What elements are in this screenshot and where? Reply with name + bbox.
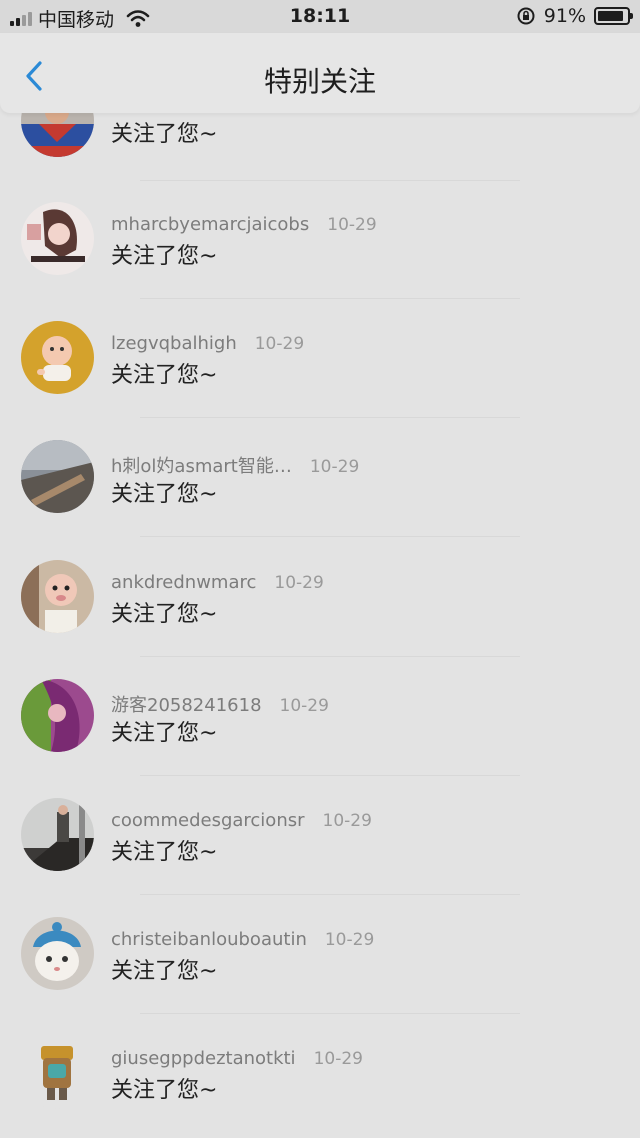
- staircase-person-avatar-icon: [21, 798, 94, 871]
- baby-face-avatar-icon: [21, 560, 94, 633]
- page-title: 特别关注: [263, 65, 376, 98]
- date: 10-29: [324, 930, 375, 950]
- rotation-lock-icon: [517, 7, 535, 25]
- cartoon-baby-avatar-icon: [21, 321, 94, 394]
- purple-hair-avatar-icon: [21, 679, 94, 752]
- username[interactable]: 游客2058241618: [111, 691, 262, 717]
- name-line: lzegvqbalhigh 10-29: [111, 333, 304, 354]
- username[interactable]: h刺ol妁asmart智能…: [111, 452, 292, 478]
- battery-level: [598, 11, 624, 21]
- message-text: 关注了您~: [111, 721, 218, 746]
- list-item[interactable]: christeibanlouboautin 10-29 关注了您~: [0, 917, 640, 1036]
- message-text: 关注了您~: [111, 482, 218, 507]
- date: 10-29: [322, 811, 372, 831]
- date: 10-29: [309, 457, 360, 477]
- name-line: giusegppdeztanotkti 10-29: [111, 1048, 363, 1069]
- divider: [140, 417, 520, 418]
- city-aerial-avatar-icon: [21, 440, 94, 513]
- cat-hat-avatar-icon: [21, 917, 94, 990]
- avatar[interactable]: [21, 1036, 94, 1109]
- date: 10-29: [274, 573, 324, 593]
- avatar[interactable]: [21, 202, 94, 275]
- message-text: 关注了您~: [111, 602, 218, 627]
- status-bar: 中国移动 18:11 91%: [0, 0, 640, 33]
- girl-sketch-avatar-icon: [21, 202, 94, 275]
- avatar[interactable]: [21, 321, 94, 394]
- date: 10-29: [313, 1049, 363, 1069]
- name-line: h刺ol妁asmart智能… 10-29: [111, 452, 359, 478]
- username[interactable]: christeibanlouboautin: [111, 929, 307, 950]
- username[interactable]: mharcbyemarcjaicobs: [111, 214, 309, 235]
- divider: [140, 180, 520, 181]
- message-text: 关注了您~: [111, 363, 218, 388]
- name-line: mharcbyemarcjaicobs 10-29: [111, 214, 377, 235]
- avatar[interactable]: [21, 917, 94, 990]
- date: 10-29: [327, 215, 377, 235]
- message-text: 关注了您~: [111, 959, 218, 984]
- username[interactable]: ankdrednwmarc: [111, 572, 256, 593]
- username[interactable]: giusegppdeztanotkti: [111, 1048, 296, 1069]
- divider: [140, 298, 520, 299]
- message-text: 关注了您~: [111, 244, 218, 269]
- message-text: 关注了您~: [111, 122, 218, 147]
- name-line: ankdrednwmarc 10-29: [111, 572, 324, 593]
- avatar[interactable]: [21, 679, 94, 752]
- message-text: 关注了您~: [111, 840, 218, 865]
- avatar[interactable]: [21, 440, 94, 513]
- screen: 关注了您~ mharcbyemarcjaicobs 10-29 关注了您~ lz…: [0, 0, 640, 1138]
- list-item[interactable]: coommedesgarcionsr 10-29 关注了您~: [0, 798, 640, 917]
- list-item[interactable]: lzegvqbalhigh 10-29 关注了您~: [0, 321, 640, 440]
- battery-icon: [594, 7, 633, 25]
- battery-percentage: 91%: [543, 5, 586, 27]
- name-line: christeibanlouboautin 10-29: [111, 929, 374, 950]
- divider: [140, 775, 520, 776]
- avatar[interactable]: [21, 798, 94, 871]
- username[interactable]: lzegvqbalhigh: [111, 333, 237, 354]
- username[interactable]: coommedesgarcionsr: [111, 810, 305, 831]
- date: 10-29: [279, 696, 329, 716]
- divider: [140, 894, 520, 895]
- list-item[interactable]: 游客2058241618 10-29 关注了您~: [0, 679, 640, 798]
- divider: [140, 536, 520, 537]
- avatar[interactable]: [21, 560, 94, 633]
- name-line: 游客2058241618 10-29: [111, 691, 329, 717]
- nav-bar: 特别关注: [0, 33, 640, 113]
- robot-avatar-icon: [21, 1036, 94, 1109]
- list-item[interactable]: h刺ol妁asmart智能… 10-29 关注了您~: [0, 440, 640, 559]
- date: 10-29: [254, 334, 305, 354]
- divider: [140, 1013, 520, 1014]
- name-line: coommedesgarcionsr 10-29: [111, 810, 372, 831]
- list-item[interactable]: giusegppdeztanotkti 10-29 关注了您~: [0, 1036, 640, 1138]
- divider: [140, 656, 520, 657]
- list-item[interactable]: mharcbyemarcjaicobs 10-29 关注了您~: [0, 202, 640, 321]
- message-text: 关注了您~: [111, 1078, 218, 1103]
- list-item[interactable]: ankdrednwmarc 10-29 关注了您~: [0, 560, 640, 679]
